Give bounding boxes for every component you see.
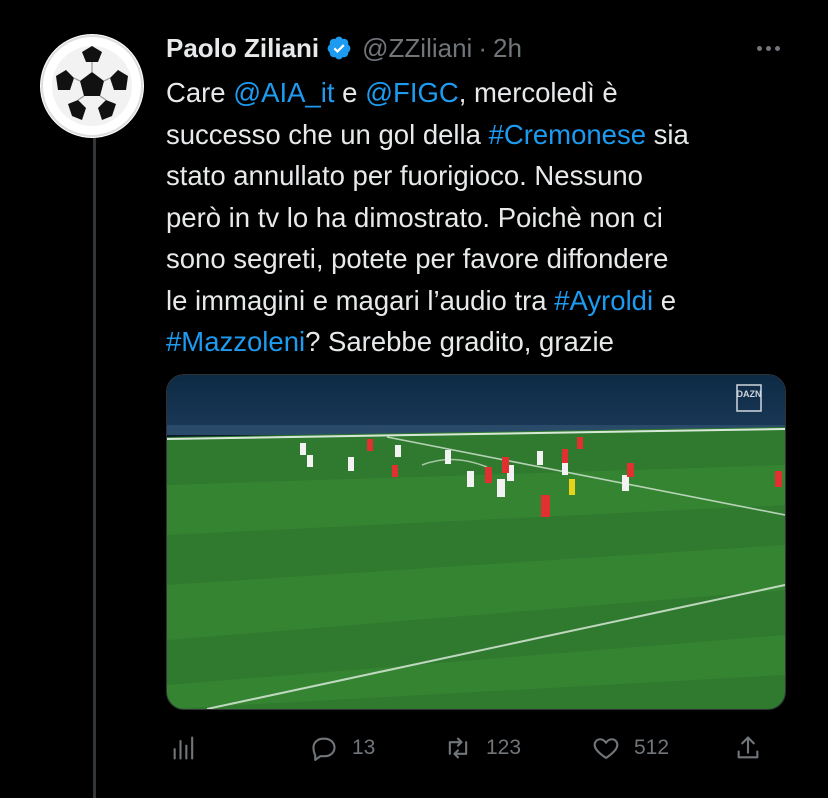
like-count: 512	[634, 736, 670, 759]
verified-badge-icon	[326, 35, 352, 61]
reply-button[interactable]: 13	[310, 728, 375, 768]
tweet-text-segment: ? Sarebbe gradito, grazie	[305, 326, 614, 357]
author-handle[interactable]: @ZZiliani	[362, 33, 472, 64]
thread-line	[93, 118, 96, 798]
tweet-text-line: successo che un gol della #Cremonese sia	[166, 114, 806, 156]
heart-icon	[593, 738, 619, 759]
soccer-ball-icon	[41, 35, 143, 137]
hashtag-link[interactable]: #Cremonese	[489, 119, 646, 150]
reply-count: 13	[352, 736, 376, 759]
hashtag-link[interactable]: #Mazzoleni	[166, 326, 305, 357]
broadcaster-logo: DAZN	[737, 389, 762, 399]
avatar[interactable]	[40, 34, 144, 138]
tweet-text-line: Care @AIA_it e @FIGC, mercoledì è	[166, 72, 806, 114]
retweet-icon	[448, 737, 468, 759]
mention-link[interactable]: @AIA_it	[233, 77, 334, 108]
timestamp[interactable]: 2h	[493, 33, 522, 64]
like-button[interactable]: 512	[592, 728, 669, 768]
share-button[interactable]	[734, 728, 762, 768]
author-name[interactable]: Paolo Ziliani	[166, 33, 319, 64]
tweet-text-segment: le immagini e magari l’audio tra	[166, 284, 555, 316]
tweet-text-segment: successo che un gol della	[166, 118, 489, 150]
tweet-text-line: però in tv lo ha dimostrato. Poichè non …	[166, 197, 806, 239]
tweet-text-segment: e	[653, 284, 677, 316]
tweet-text-segment: , mercoledì è	[458, 77, 618, 108]
hashtag-link[interactable]: #Ayroldi	[554, 285, 653, 316]
tweet-text-segment: Care	[166, 77, 234, 108]
tweet-text-segment: però in tv lo ha dimostrato. Poichè non …	[166, 201, 663, 233]
more-options-icon[interactable]	[748, 36, 788, 60]
analytics-icon	[173, 736, 194, 760]
tweet-text-segment: sia	[646, 118, 689, 150]
tweet-media-image[interactable]: DAZN	[166, 374, 786, 710]
tweet-text-line: sono segreti, potete per favore diffonde…	[166, 238, 806, 280]
retweet-count: 123	[486, 736, 522, 759]
tweet-text-line: stato annullato per fuorigioco. Nessuno	[166, 155, 806, 197]
tweet-text-segment: sono segreti, potete per favore diffonde…	[166, 243, 669, 274]
tweet-text: Care @AIA_it e @FIGC, mercoledì è success…	[166, 72, 806, 363]
tweet-text-segment: e	[334, 77, 366, 108]
reply-icon	[312, 737, 336, 761]
analytics-button[interactable]	[170, 728, 198, 768]
mention-link[interactable]: @FIGC	[365, 77, 459, 108]
retweet-button[interactable]: 123	[444, 728, 521, 768]
tweet-actions-bar: 13 123 512	[166, 728, 766, 768]
share-icon	[737, 736, 759, 759]
tweet-text-line: le immagini e magari l’audio tra #Ayrold…	[166, 280, 806, 322]
tweet-text-line: #Mazzoleni? Sarebbe gradito, grazie	[166, 321, 806, 363]
tweet-text-segment: stato annullato per fuorigioco. Nessuno	[166, 160, 643, 191]
separator-dot: ·	[478, 32, 487, 63]
tweet-header: Paolo Ziliani @ZZiliani · 2h	[166, 28, 828, 68]
football-match-image: DAZN	[167, 375, 785, 709]
